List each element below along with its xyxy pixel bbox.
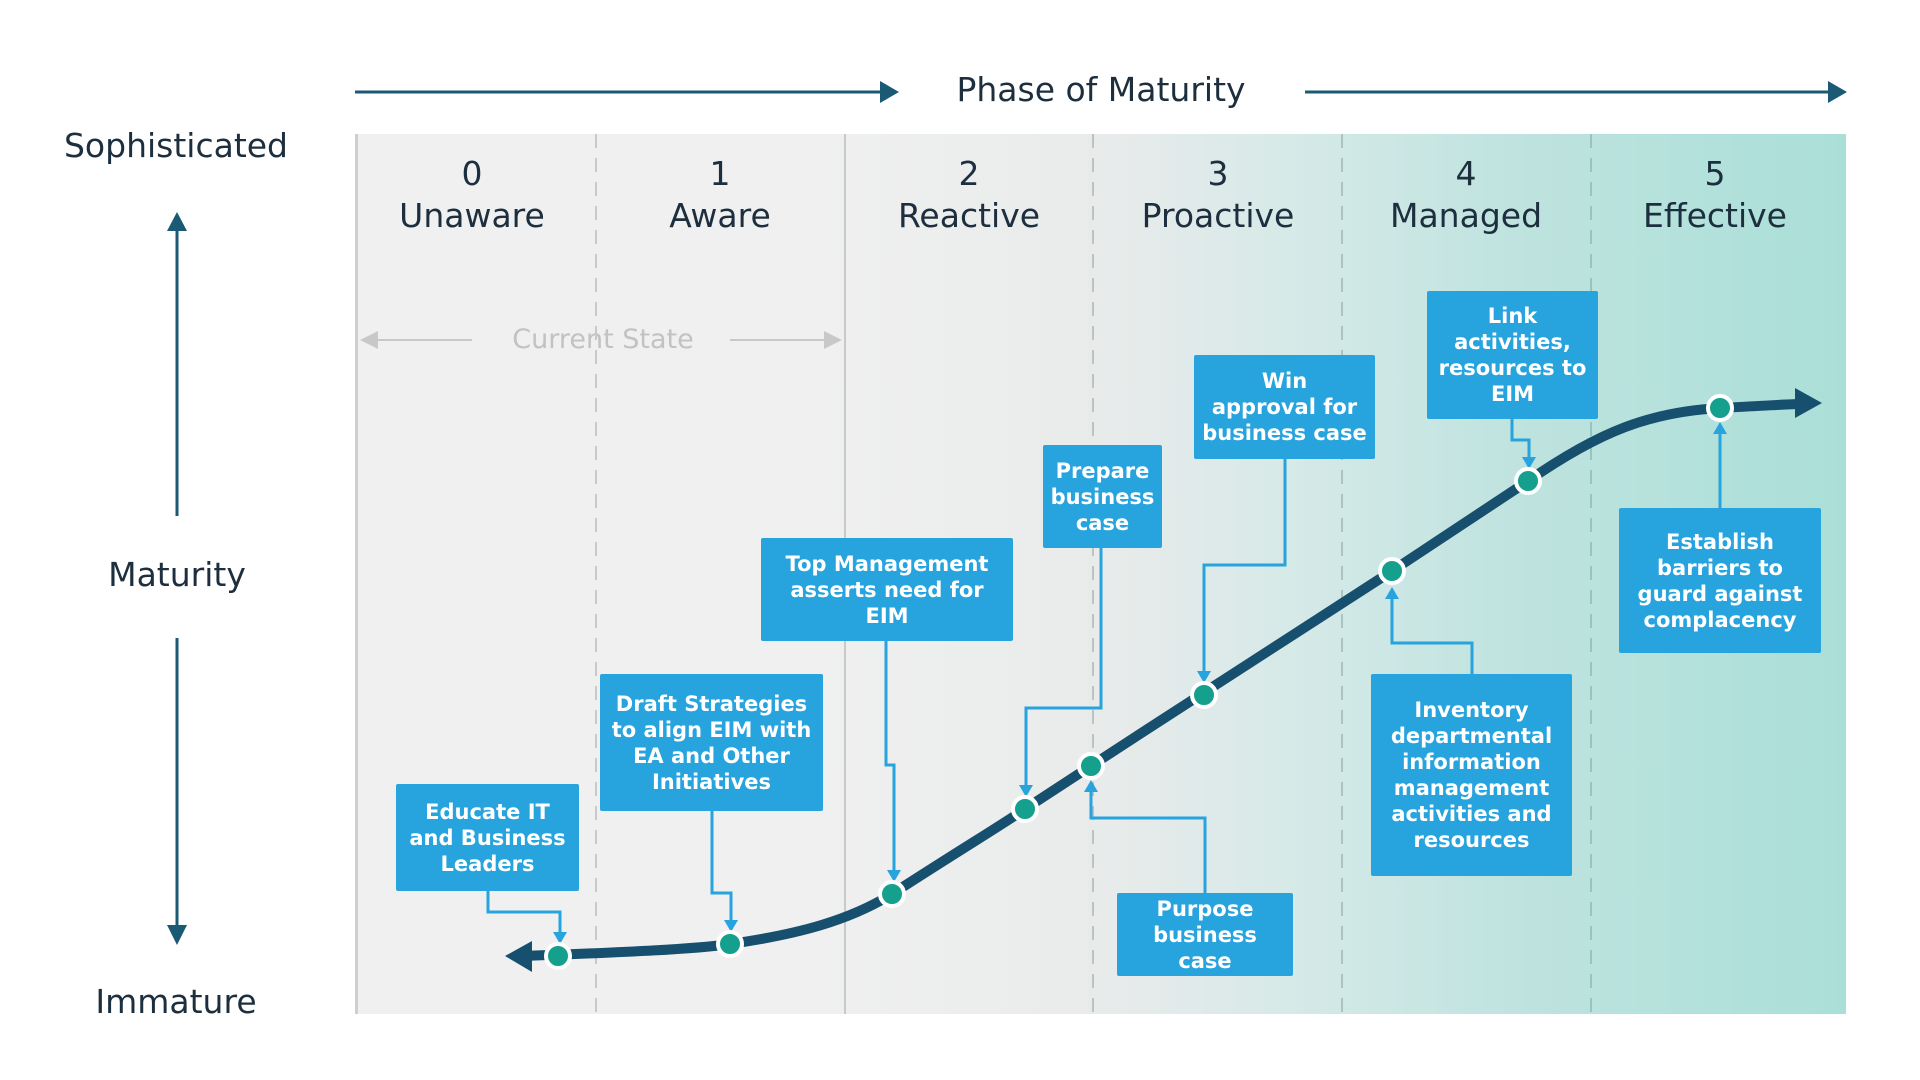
milestone-point-inventory[interactable] xyxy=(1378,557,1406,585)
curve-end-arrowhead-icon xyxy=(1795,388,1822,418)
milestone-box-win: Win approval for business case xyxy=(1194,355,1375,459)
milestone-point-purpose[interactable] xyxy=(1077,752,1105,780)
milestone-box-prepare: Prepare business case xyxy=(1043,445,1162,548)
milestone-point-educate[interactable] xyxy=(544,942,572,970)
milestone-box-establish: Establish barriers to guard against comp… xyxy=(1619,508,1821,653)
maturity-axis-arrows xyxy=(167,212,187,945)
connector-top-mgmt xyxy=(884,641,896,872)
phase-axis-left-arrowhead-icon xyxy=(880,81,899,103)
connector-educate xyxy=(486,891,562,934)
arrowhead-purpose-icon xyxy=(1084,780,1098,792)
milestone-box-draft: Draft Strategies to align EIM with EA an… xyxy=(600,674,823,811)
phase-dividers xyxy=(595,134,1592,1014)
current-state-right-arrowhead-icon xyxy=(824,331,842,349)
milestone-point-top-mgmt[interactable] xyxy=(878,880,906,908)
arrow-down-icon xyxy=(167,925,187,945)
milestone-box-link: Link activities, resources to EIM xyxy=(1427,291,1598,419)
connector-draft xyxy=(710,811,733,922)
connector-win xyxy=(1202,459,1287,673)
arrowhead-establish-icon xyxy=(1713,422,1727,434)
current-state-arrows xyxy=(360,331,842,349)
arrow-up-icon xyxy=(167,212,187,231)
milestone-box-educate: Educate IT and Business Leaders xyxy=(396,784,579,891)
curve-start-arrowhead-icon xyxy=(505,941,532,972)
milestone-box-inventory: Inventory departmental information manag… xyxy=(1371,674,1572,876)
milestone-box-top-mgmt: Top Management asserts need for EIM xyxy=(761,538,1013,641)
connector-purpose xyxy=(1089,790,1207,893)
milestone-point-prepare[interactable] xyxy=(1011,795,1039,823)
milestone-point-draft[interactable] xyxy=(716,930,744,958)
current-state-left-arrowhead-icon xyxy=(360,331,378,349)
milestone-point-link[interactable] xyxy=(1514,467,1542,495)
phase-axis-right-arrowhead-icon xyxy=(1828,81,1847,103)
connector-link xyxy=(1510,419,1531,459)
connector-inventory xyxy=(1390,597,1474,674)
connector-prepare xyxy=(1024,548,1103,787)
milestone-point-win[interactable] xyxy=(1190,681,1218,709)
milestone-point-establish[interactable] xyxy=(1706,394,1734,422)
phase-axis-arrows xyxy=(355,81,1847,103)
arrowhead-inventory-icon xyxy=(1385,587,1399,599)
milestone-box-purpose: Purpose business case xyxy=(1117,893,1293,976)
